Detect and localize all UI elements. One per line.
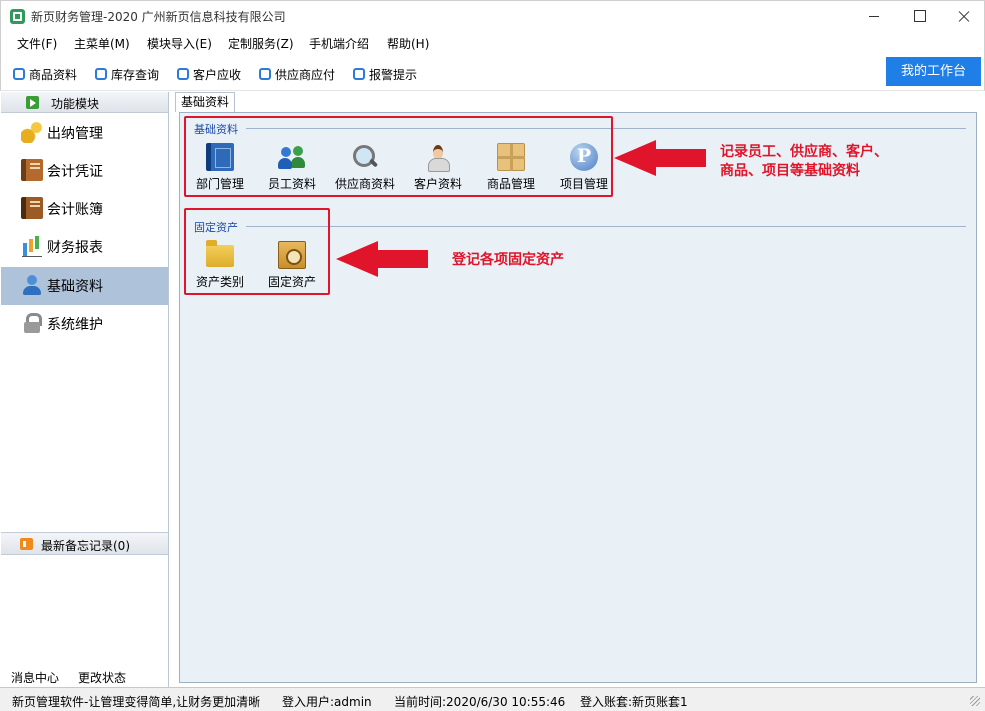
annotation-basic-line2: 商品、项目等基础资料 bbox=[720, 163, 860, 179]
window-title: 新页财务管理-2020 广州新页信息科技有限公司 bbox=[31, 10, 286, 24]
sidebar-item-label: 基础资料 bbox=[47, 279, 103, 295]
voucher-book-icon bbox=[21, 159, 43, 181]
annotation-basic-line1: 记录员工、供应商、客户、 bbox=[720, 144, 888, 160]
checkbox-icon bbox=[95, 68, 107, 80]
sidebar-item-vouchers[interactable]: 会计凭证 bbox=[1, 152, 168, 190]
menu-file[interactable]: 文件(F) bbox=[17, 35, 57, 52]
quick-link-inventory[interactable]: 库存查询 bbox=[95, 66, 159, 82]
title-bar: 新页财务管理-2020 广州新页信息科技有限公司 bbox=[0, 0, 985, 31]
sidebar-item-ledgers[interactable]: 会计账簿 bbox=[1, 190, 168, 228]
quick-link-label: 库存查询 bbox=[111, 67, 160, 82]
sidebar-item-label: 出纳管理 bbox=[47, 126, 103, 142]
quick-link-label: 客户应收 bbox=[193, 67, 242, 82]
status-time: 当前时间:2020/6/30 10:55:46 bbox=[394, 695, 566, 709]
menu-module-import[interactable]: 模块导入(E) bbox=[147, 35, 212, 52]
divider bbox=[246, 226, 966, 227]
sidebar-item-label: 会计账簿 bbox=[47, 202, 103, 218]
memo-label: 最新备忘记录(0) bbox=[41, 539, 130, 553]
checkbox-icon bbox=[353, 68, 365, 80]
annotation-arrow-icon bbox=[614, 140, 706, 176]
sidebar-item-maintenance[interactable]: 系统维护 bbox=[1, 305, 168, 343]
sidebar-item-label: 系统维护 bbox=[47, 317, 103, 333]
checkbox-icon bbox=[259, 68, 271, 80]
minimize-button[interactable] bbox=[851, 1, 897, 32]
quick-link-alerts[interactable]: 报警提示 bbox=[353, 66, 417, 82]
sidebar-item-basic-data[interactable]: 基础资料 bbox=[1, 267, 168, 305]
message-center-link[interactable]: 消息中心 bbox=[11, 669, 59, 686]
annotation-assets: 登记各项固定资产 bbox=[452, 252, 564, 268]
memo-records[interactable]: 最新备忘记录(0) bbox=[1, 532, 168, 555]
menu-main[interactable]: 主菜单(M) bbox=[74, 35, 130, 52]
quick-link-receivables[interactable]: 客户应收 bbox=[177, 66, 241, 82]
sidebar-header-label: 功能模块 bbox=[51, 97, 100, 111]
close-button[interactable] bbox=[941, 1, 985, 32]
sidebar-item-label: 财务报表 bbox=[47, 240, 103, 256]
sidebar-header: 功能模块 bbox=[1, 92, 168, 113]
menu-bar: 文件(F) 主菜单(M) 模块导入(E) 定制服务(Z) 手机端介绍 帮助(H) bbox=[0, 31, 985, 53]
sidebar: 功能模块 出纳管理 会计凭证 会计账簿 财务报表 基础资料 系统维护 最新备忘记… bbox=[1, 92, 169, 687]
ledger-book-icon bbox=[21, 197, 43, 219]
menu-custom-service[interactable]: 定制服务(Z) bbox=[228, 35, 294, 52]
status-account: 登入账套:新页账套1 bbox=[580, 695, 688, 709]
maximize-button[interactable] bbox=[897, 1, 943, 32]
change-status-link[interactable]: 更改状态 bbox=[78, 669, 126, 686]
app-logo-icon bbox=[10, 9, 25, 24]
highlight-box-assets bbox=[184, 208, 330, 295]
status-slogan: 新页管理软件-让管理变得简单,让财务更加清晰 bbox=[12, 695, 261, 709]
quick-toolbar: 商品资料 库存查询 客户应收 供应商应付 报警提示 bbox=[0, 53, 985, 91]
speaker-icon bbox=[20, 538, 33, 550]
user-icon bbox=[21, 274, 43, 296]
status-bar: 新页管理软件-让管理变得简单,让财务更加清晰 登入用户:admin 当前时间:2… bbox=[0, 687, 985, 711]
quick-link-goods[interactable]: 商品资料 bbox=[13, 66, 77, 82]
sidebar-item-reports[interactable]: 财务报表 bbox=[1, 228, 168, 266]
content-panel: 基础资料 部门管理 员工资料 供应商资料 客户资料 商品管理 项目管理 固定资产… bbox=[179, 112, 977, 683]
sidebar-item-label: 会计凭证 bbox=[47, 164, 103, 180]
resize-grip-icon[interactable] bbox=[970, 696, 980, 706]
my-workbench-button[interactable]: 我的工作台 bbox=[886, 57, 981, 86]
menu-help[interactable]: 帮助(H) bbox=[387, 35, 429, 52]
annotation-arrow-icon bbox=[336, 241, 428, 277]
menu-mobile-intro[interactable]: 手机端介绍 bbox=[309, 35, 369, 52]
play-icon bbox=[26, 96, 39, 109]
lock-icon bbox=[21, 312, 43, 334]
quick-link-payables[interactable]: 供应商应付 bbox=[259, 66, 335, 82]
bar-chart-icon bbox=[21, 235, 43, 257]
tab-basic-data[interactable]: 基础资料 bbox=[175, 92, 235, 112]
quick-link-label: 供应商应付 bbox=[275, 67, 336, 82]
highlight-box-basic bbox=[184, 116, 613, 197]
quick-link-label: 商品资料 bbox=[29, 67, 78, 82]
quick-link-label: 报警提示 bbox=[369, 67, 418, 82]
checkbox-icon bbox=[13, 68, 25, 80]
coins-icon bbox=[21, 121, 43, 143]
sidebar-item-cashier[interactable]: 出纳管理 bbox=[1, 114, 168, 152]
status-user: 登入用户:admin bbox=[282, 695, 372, 709]
checkbox-icon bbox=[177, 68, 189, 80]
